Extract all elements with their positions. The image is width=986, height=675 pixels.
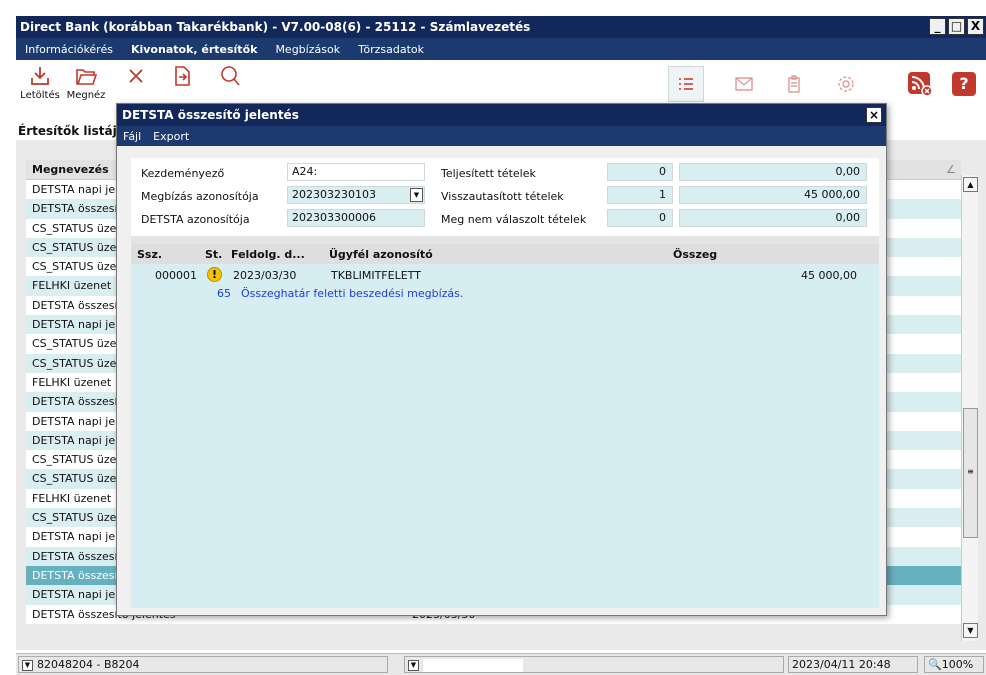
close-button[interactable]: X — [967, 18, 984, 35]
detsta-id-label: DETSTA azonosítója — [141, 213, 250, 226]
items-grid: Ssz. St. Feldolg. d... Ügyfél azonosító … — [131, 244, 879, 608]
row-error-code: 65 — [217, 287, 231, 300]
maximize-button[interactable]: □ — [948, 18, 965, 35]
help-icon: ? — [952, 72, 976, 96]
unanswered-count: 0 — [607, 209, 673, 227]
dialog-menu: Fájl Export — [117, 126, 886, 146]
zoom-control[interactable]: 🔍100% — [924, 656, 984, 673]
scroll-up-icon[interactable]: ▲ — [963, 177, 978, 192]
completed-count: 0 — [607, 163, 673, 181]
initiator-label: Kezdeményező — [141, 167, 225, 180]
list-icon — [679, 78, 693, 90]
row-name: FELHKI üzenet — [32, 279, 112, 293]
dialog-title: DETSTA összesítő jelentés — [122, 108, 299, 122]
grid-row[interactable]: 000001 ! 2023/03/30 TKBLIMITFELETT 45 00… — [131, 264, 879, 304]
datetime-display: 2023/04/11 20:48 — [788, 656, 918, 673]
list-view-button[interactable] — [668, 66, 704, 102]
secondary-select[interactable]: ▼ — [404, 656, 784, 673]
settings-button[interactable] — [828, 66, 864, 102]
unanswered-label: Meg nem válaszolt tételek — [441, 213, 587, 226]
clipboard-icon — [788, 75, 800, 93]
initiator-field[interactable]: A24: — [287, 163, 425, 181]
column-header-date[interactable]: Feldolg. d... — [231, 248, 305, 261]
list-scrollbar[interactable]: ▲ ≡ ▼ — [961, 175, 978, 641]
download-icon — [31, 67, 49, 85]
grid-header: Ssz. St. Feldolg. d... Ügyfél azonosító … — [131, 244, 879, 264]
status-bar: ▼ 82048204 - B8204 ▼ 2023/04/11 20:48 🔍10… — [16, 653, 986, 675]
unanswered-amount: 0,00 — [679, 209, 867, 227]
completed-label: Teljesített tételek — [441, 167, 536, 180]
zoom-value: 100% — [941, 658, 974, 671]
dialog-close-button[interactable]: × — [866, 107, 882, 123]
close-icon — [129, 69, 143, 83]
account-value: 82048204 - B8204 — [37, 658, 140, 671]
zoom-icon: 🔍 — [928, 658, 942, 671]
search-icon — [221, 66, 240, 86]
sort-icon[interactable]: ∠ — [946, 163, 956, 176]
file-export-icon — [175, 66, 190, 86]
clipboard-button[interactable] — [776, 66, 812, 102]
completed-amount: 0,00 — [679, 163, 867, 181]
export-button[interactable] — [158, 64, 206, 88]
dialog-menu-file[interactable]: Fájl — [117, 130, 147, 143]
column-header-status[interactable]: St. — [205, 248, 222, 261]
dialog-body: Kezdeményező A24: Megbízás azonosítója 2… — [131, 158, 879, 608]
delete-button[interactable] — [112, 64, 160, 88]
open-button[interactable]: Megnéz — [62, 64, 110, 101]
warning-icon: ! — [207, 267, 222, 282]
rejected-amount: 45 000,00 — [679, 186, 867, 204]
download-label: Letöltés — [20, 90, 60, 101]
app-title: Direct Bank (korábban Takarékbank) - V7.… — [20, 20, 531, 34]
settings-icon — [838, 76, 854, 92]
app-title-bar: Direct Bank (korábban Takarékbank) - V7.… — [16, 16, 986, 38]
order-id-value: 202303230103 — [292, 188, 376, 201]
row-error-message: Összeghatár feletti beszedési megbízás. — [241, 287, 464, 300]
folder-open-icon — [76, 69, 98, 85]
column-header-client[interactable]: Ügyfél azonosító — [329, 248, 433, 261]
scroll-down-icon[interactable]: ▼ — [963, 623, 978, 638]
detsta-dialog: DETSTA összesítő jelentés × Fájl Export … — [116, 103, 887, 616]
dialog-menu-export[interactable]: Export — [147, 130, 195, 143]
mail-button[interactable] — [726, 66, 762, 102]
detsta-id-field: 202303300006 — [287, 209, 425, 227]
scroll-thumb[interactable]: ≡ — [963, 408, 978, 538]
chevron-down-icon[interactable]: ▼ — [410, 188, 423, 202]
column-header-amount[interactable]: Összeg — [673, 248, 717, 261]
account-select[interactable]: ▼ 82048204 - B8204 — [18, 656, 388, 673]
menu-information[interactable]: Információkérés — [16, 43, 122, 56]
row-amount: 45 000,00 — [801, 269, 857, 282]
rejected-count: 1 — [607, 186, 673, 204]
row-name: FELHKI üzenet — [32, 491, 112, 505]
rejected-label: Visszautasított tételek — [441, 190, 564, 203]
minimize-button[interactable]: _ — [929, 18, 946, 35]
rss-off-icon — [908, 72, 933, 97]
menu-statements[interactable]: Kivonatok, értesítők — [122, 43, 266, 56]
column-header-name[interactable]: Megnevezés — [32, 163, 109, 176]
download-button[interactable]: Letöltés — [16, 64, 64, 101]
chevron-down-icon[interactable]: ▼ — [22, 659, 33, 671]
search-button[interactable] — [206, 64, 254, 88]
row-seq: 000001 — [155, 269, 197, 282]
mail-icon — [735, 77, 753, 91]
dialog-title-bar: DETSTA összesítő jelentés — [117, 104, 886, 126]
row-client: TKBLIMITFELETT — [331, 269, 421, 282]
menu-master-data[interactable]: Törzsadatok — [349, 43, 433, 56]
rss-button[interactable] — [902, 66, 938, 102]
order-id-select[interactable]: 202303230103 ▼ — [287, 186, 425, 204]
chevron-down-icon[interactable]: ▼ — [408, 659, 419, 671]
open-label: Megnéz — [66, 90, 106, 101]
help-button[interactable]: ? — [946, 66, 982, 102]
column-header-seq[interactable]: Ssz. — [137, 248, 162, 261]
main-menu: Információkérés Kivonatok, értesítők Meg… — [16, 38, 986, 60]
page-title: Értesítők listája — [18, 124, 125, 138]
order-id-label: Megbízás azonosítója — [141, 190, 259, 203]
menu-orders[interactable]: Megbízások — [266, 43, 349, 56]
summary-form: Kezdeményező A24: Megbízás azonosítója 2… — [131, 158, 879, 236]
row-name: FELHKI üzenet — [32, 375, 112, 389]
row-date: 2023/03/30 — [233, 269, 297, 282]
